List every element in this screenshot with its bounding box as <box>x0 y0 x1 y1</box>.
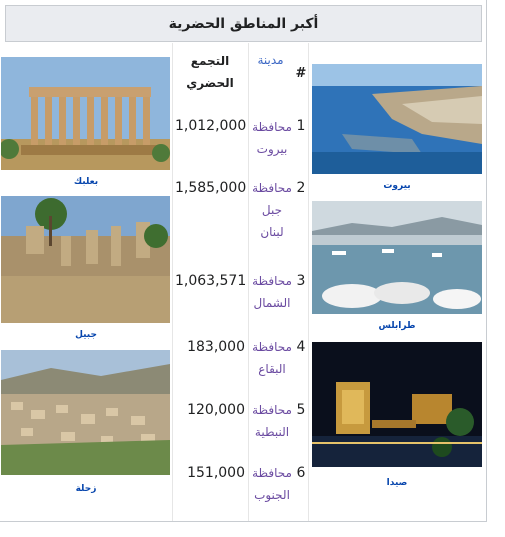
zahle-photo[interactable] <box>1 350 170 475</box>
row-population: 183,000 <box>187 339 245 355</box>
row-governorate-link[interactable]: محافظة بيروت <box>250 116 294 160</box>
row-rank: 2 <box>296 180 306 196</box>
row-rank: 6 <box>296 465 306 481</box>
header-number: # <box>295 66 307 81</box>
image-caption-link[interactable]: صيدا <box>367 478 427 488</box>
row-population: 120,000 <box>187 402 245 418</box>
row-population: 1,585,000 <box>175 180 247 196</box>
byblos-photo[interactable] <box>1 196 170 323</box>
row-governorate-link[interactable]: محافظة الجنوب <box>250 462 294 506</box>
image-caption-link[interactable]: بعلبك <box>56 177 116 187</box>
row-governorate-link[interactable]: محافظة الشمال <box>250 270 294 314</box>
table-caption: أكبر المناطق الحضرية <box>5 5 482 42</box>
column-divider <box>172 43 173 521</box>
image-caption-link[interactable]: زحلة <box>56 484 116 494</box>
header-city[interactable]: مدينة <box>250 50 291 70</box>
column-divider <box>248 43 249 521</box>
row-rank: 1 <box>296 118 306 134</box>
image-caption-link[interactable]: جبيل <box>56 330 116 340</box>
row-governorate-link[interactable]: محافظة جبل لبنان <box>250 177 294 243</box>
row-population: 1,012,000 <box>175 118 247 134</box>
tripoli-photo[interactable] <box>312 201 482 314</box>
beirut-photo[interactable] <box>312 64 482 174</box>
row-rank: 3 <box>296 273 306 289</box>
baalbek-photo[interactable] <box>1 57 170 170</box>
row-population: 1,063,571 <box>175 273 247 289</box>
image-caption-link[interactable]: طرابلس <box>367 321 427 331</box>
column-divider <box>308 43 309 521</box>
urban-areas-table: أكبر المناطق الحضرية مدينة التجمع الحضري… <box>0 0 487 522</box>
row-rank: 4 <box>296 339 306 355</box>
row-governorate-link[interactable]: محافظة البقاع <box>250 336 294 380</box>
header-population: التجمع الحضري <box>186 54 234 90</box>
row-rank: 5 <box>296 402 306 418</box>
image-caption-link[interactable]: بيروت <box>367 181 427 191</box>
sidon-photo[interactable] <box>312 342 482 467</box>
row-population: 151,000 <box>187 465 245 481</box>
row-governorate-link[interactable]: محافظة النبطية <box>250 399 294 443</box>
